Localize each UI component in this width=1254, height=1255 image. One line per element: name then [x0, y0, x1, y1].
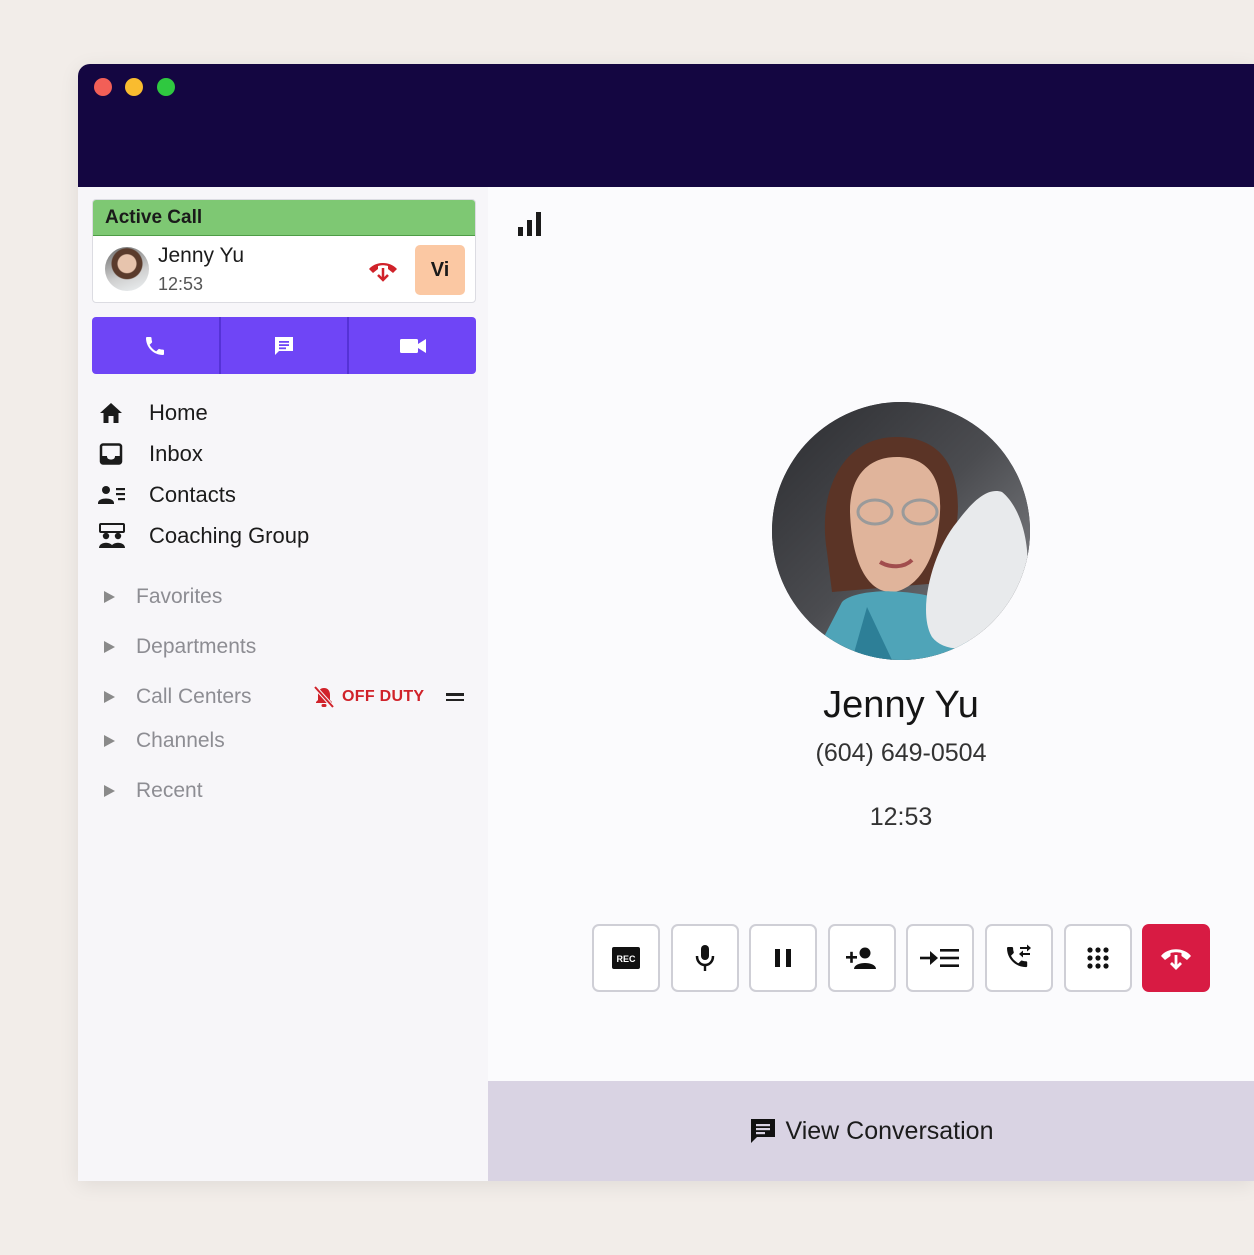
chat-bubble-icon — [750, 1119, 775, 1143]
nav-item-contacts[interactable]: Contacts — [98, 474, 309, 515]
video-icon — [399, 338, 426, 353]
caret-right-icon — [104, 735, 115, 747]
video-mode-button[interactable] — [349, 317, 476, 374]
caret-right-icon — [104, 591, 115, 603]
group-label: Favorites — [136, 585, 223, 608]
mode-bar — [92, 317, 476, 374]
pause-icon — [775, 949, 792, 967]
hang-up-icon — [1161, 949, 1192, 970]
message-icon — [275, 336, 293, 355]
call-forward-button[interactable] — [984, 924, 1053, 992]
drag-handle-icon[interactable] — [446, 690, 464, 704]
caret-right-icon — [104, 641, 115, 653]
bell-off-icon — [314, 686, 334, 708]
group-channels[interactable]: Channels — [104, 721, 474, 761]
close-window-button[interactable] — [94, 78, 112, 96]
record-label: REC — [616, 954, 636, 964]
record-button[interactable]: REC — [592, 924, 660, 992]
mute-button[interactable] — [670, 924, 739, 992]
group-label: Channels — [136, 729, 225, 752]
off-duty-status[interactable]: OFF DUTY — [314, 686, 424, 708]
add-participant-button[interactable] — [827, 924, 896, 992]
contacts-icon — [98, 481, 130, 509]
record-icon: REC — [612, 947, 640, 969]
keypad-button[interactable] — [1063, 924, 1132, 992]
zoom-window-button[interactable] — [157, 78, 175, 96]
group-favorites[interactable]: Favorites — [104, 577, 474, 617]
nav-item-inbox[interactable]: Inbox — [98, 433, 309, 474]
message-mode-button[interactable] — [220, 317, 350, 374]
keypad-icon — [1086, 947, 1109, 969]
group-label: Call Centers — [136, 685, 252, 708]
sidebar: Active Call Jenny Yu 12:53 Vi Home Inbox… — [78, 187, 488, 1181]
group-label: Recent — [136, 779, 203, 802]
off-duty-label: OFF DUTY — [342, 688, 425, 705]
coaching-group-icon — [98, 522, 130, 550]
nav-label: Contacts — [149, 481, 236, 507]
caller-name: Jenny Yu — [158, 244, 245, 267]
call-forward-icon — [1006, 944, 1031, 968]
group-label: Departments — [136, 635, 257, 658]
minimize-window-button[interactable] — [125, 78, 143, 96]
nav-label: Inbox — [149, 440, 203, 466]
contact-phone: (604) 649-0504 — [815, 739, 987, 767]
caret-right-icon — [104, 785, 115, 797]
nav-label: Home — [149, 399, 208, 425]
hang-up-button[interactable] — [1142, 924, 1211, 992]
group-departments[interactable]: Departments — [104, 627, 474, 667]
caret-right-icon — [104, 691, 115, 703]
view-conversation-button[interactable]: View Conversation — [488, 1081, 1254, 1181]
nav-item-coaching-group[interactable]: Coaching Group — [98, 515, 309, 556]
call-controls: REC — [592, 924, 1211, 992]
caller-avatar — [105, 247, 149, 291]
view-conversation-label: View Conversation — [785, 1116, 994, 1145]
add-person-icon — [845, 947, 876, 969]
nav-label: Coaching Group — [149, 522, 310, 548]
call-view: Jenny Yu (604) 649-0504 12:53 REC — [488, 187, 1254, 1081]
contact-photo — [772, 402, 1030, 660]
vi-badge[interactable]: Vi — [415, 245, 465, 295]
hang-up-icon[interactable] — [366, 258, 400, 284]
transfer-button[interactable] — [906, 924, 975, 992]
phone-icon — [146, 336, 165, 355]
active-call-header: Active Call — [93, 200, 475, 236]
nav-item-home[interactable]: Home — [98, 392, 309, 433]
active-call-card[interactable]: Active Call Jenny Yu 12:53 Vi — [92, 199, 476, 303]
group-call-centers[interactable]: Call Centers OFF DUTY — [104, 677, 474, 717]
microphone-icon — [695, 945, 714, 971]
app-window: Active Call Jenny Yu 12:53 Vi Home Inbox… — [78, 64, 1254, 1181]
main-nav: Home Inbox Contacts Coaching Group — [98, 392, 309, 556]
call-timer: 12:53 — [869, 803, 933, 831]
inbox-icon — [98, 440, 130, 468]
signal-bars-icon — [518, 211, 544, 242]
call-mode-button[interactable] — [92, 317, 221, 374]
contact-name: Jenny Yu — [823, 684, 979, 726]
title-bar — [78, 64, 1254, 187]
home-icon — [98, 399, 130, 427]
hold-button[interactable] — [749, 924, 818, 992]
transfer-icon — [920, 949, 960, 967]
call-duration: 12:53 — [158, 274, 204, 294]
group-recent[interactable]: Recent — [104, 771, 474, 811]
